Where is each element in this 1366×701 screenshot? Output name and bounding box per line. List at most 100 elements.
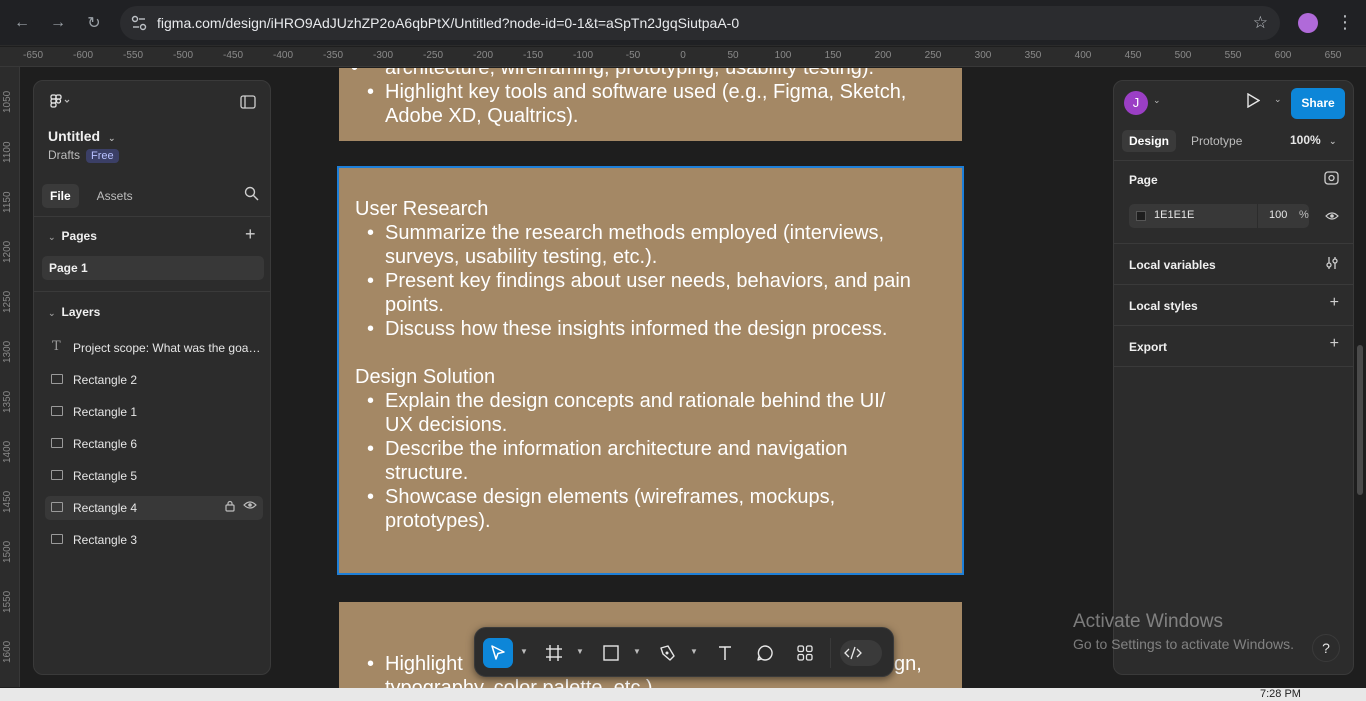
share-button[interactable]: Share (1291, 88, 1345, 119)
ruler-tick-label: 350 (1024, 50, 1042, 61)
code-icon[interactable] (844, 645, 862, 661)
rectangle-tool-icon[interactable] (596, 638, 626, 668)
variables-icon[interactable] (1325, 256, 1339, 275)
pages-header[interactable]: ⌄ Pages (48, 229, 97, 243)
ruler-tick-label: -250 (422, 50, 444, 61)
browser-menu-icon[interactable]: ⋮ (1336, 12, 1354, 33)
ruler-tick-label: 250 (924, 50, 942, 61)
list-item: Showcase design elements (wireframes, mo… (355, 485, 915, 533)
list-item: Explain the design concepts and rational… (355, 389, 915, 437)
zoom-level[interactable]: 100% ⌄ (1290, 133, 1337, 147)
plan-badge[interactable]: Free (86, 149, 119, 163)
list-item: Highlight key tools and software used (e… (355, 80, 962, 128)
ruler-tick-label: -650 (22, 50, 44, 61)
tab-prototype[interactable]: Prototype (1184, 130, 1249, 152)
layer-item[interactable]: Rectangle 4 (45, 496, 263, 520)
ruler-tick-label: -150 (522, 50, 544, 61)
chevron-down-icon[interactable]: ▼ (520, 647, 528, 656)
search-icon[interactable] (244, 186, 259, 205)
file-title[interactable]: Untitled ⌄ (48, 128, 116, 144)
present-play-icon[interactable] (1246, 92, 1261, 112)
layer-item[interactable]: Rectangle 2 (45, 368, 263, 392)
profile-avatar[interactable] (1298, 13, 1318, 33)
bottom-toolbar: ▼ ▼ ▼ ▼ (474, 627, 894, 677)
layers-panel: Untitled ⌄ Drafts Free File Assets ⌄ Pages … (33, 80, 271, 675)
bookmark-star-icon[interactable]: ☆ (1253, 13, 1268, 33)
layer-item[interactable]: T Project scope: What was the goal ... (45, 336, 263, 360)
avatar[interactable]: J (1124, 91, 1148, 115)
dev-mode-toggle[interactable] (840, 640, 882, 666)
rectangle-layer-icon (51, 470, 63, 480)
tab-assets[interactable]: Assets (89, 184, 141, 208)
file-location[interactable]: Drafts Free (48, 148, 119, 163)
ruler-tick-label: 1600 (2, 640, 13, 663)
list-item: Discuss how these insights informed the … (355, 317, 935, 341)
comment-tool-icon[interactable] (750, 638, 780, 668)
ruler-tick-label: 650 (1324, 50, 1342, 61)
ruler-tick-label: 550 (1224, 50, 1242, 61)
divider (1114, 325, 1353, 326)
add-style-icon[interactable]: + (1330, 294, 1339, 312)
url-text[interactable]: figma.com/design/iHRO9AdJUzhZP2oA6qbPtX/… (157, 15, 739, 31)
layer-item[interactable]: Rectangle 3 (45, 528, 263, 552)
reload-icon[interactable]: ↻ (81, 10, 107, 36)
address-bar[interactable]: figma.com/design/iHRO9AdJUzhZP2oA6qbPtX/… (120, 6, 1280, 40)
chevron-down-icon[interactable]: ▼ (690, 647, 698, 656)
tab-design[interactable]: Design (1122, 130, 1177, 152)
ruler-tick-label: -600 (72, 50, 94, 61)
help-button[interactable]: ? (1312, 634, 1340, 662)
toggle-sidebar-icon[interactable] (240, 95, 256, 113)
page-item-page-1[interactable]: Page 1 (42, 256, 264, 280)
user-research-list: Summarize the research methods employed … (355, 221, 935, 341)
forward-icon[interactable]: → (45, 10, 71, 36)
list-item: • Highlight (367, 653, 463, 675)
back-icon[interactable]: ← (9, 10, 35, 36)
vertical-scrollbar[interactable] (1357, 345, 1363, 495)
chevron-down-icon[interactable]: ▼ (633, 647, 641, 656)
text-tool-icon[interactable] (710, 638, 740, 668)
style-settings-icon[interactable] (1324, 171, 1339, 190)
actions-tool-icon[interactable] (790, 638, 820, 668)
add-page-icon[interactable]: + (245, 224, 256, 245)
pen-tool-icon[interactable] (653, 638, 683, 668)
frame-tool-icon[interactable] (539, 638, 569, 668)
chevron-down-icon[interactable]: ⌄ (1329, 136, 1337, 146)
layers-header[interactable]: ⌄ Layers (48, 305, 100, 319)
tab-file[interactable]: File (42, 184, 79, 208)
site-settings-icon[interactable] (130, 14, 148, 32)
fill-opacity-unit: % (1299, 209, 1309, 221)
layer-item[interactable]: Rectangle 5 (45, 464, 263, 488)
fill-opacity-value[interactable]: 100 (1269, 209, 1287, 221)
ruler-tick-label: 150 (824, 50, 842, 61)
text-layer-icon: T (52, 339, 61, 354)
divider (34, 291, 270, 292)
chevron-down-icon[interactable]: ▼ (576, 647, 584, 656)
fill-hex-value[interactable]: 1E1E1E (1154, 209, 1194, 221)
move-tool-icon[interactable] (483, 638, 513, 668)
color-swatch[interactable] (1136, 211, 1146, 221)
chevron-down-icon[interactable]: ⌄ (1274, 94, 1282, 105)
chevron-down-icon[interactable]: ⌄ (1153, 95, 1161, 106)
clock[interactable]: 7:28 PM (1260, 688, 1301, 700)
local-styles-label[interactable]: Local styles (1129, 299, 1198, 313)
page-fill-row[interactable]: 1E1E1E 100 % (1129, 204, 1309, 228)
local-variables-label[interactable]: Local variables (1129, 258, 1216, 272)
layer-item[interactable]: Rectangle 6 (45, 432, 263, 456)
frame-user-research[interactable]: User Research Summarize the research met… (337, 166, 964, 575)
ruler-tick-label: -400 (272, 50, 294, 61)
ruler-tick-label: 100 (774, 50, 792, 61)
add-export-icon[interactable]: + (1330, 335, 1339, 353)
frame-top[interactable]: architecture, wireframing, prototyping, … (339, 68, 962, 141)
divider (1114, 366, 1353, 367)
divider (830, 638, 831, 668)
chevron-down-icon[interactable]: ⌄ (108, 133, 116, 143)
eye-icon[interactable] (243, 499, 257, 513)
chevron-down-icon: ⌄ (48, 308, 56, 318)
lock-icon[interactable] (225, 500, 235, 515)
layer-item[interactable]: Rectangle 1 (45, 400, 263, 424)
export-label[interactable]: Export (1129, 340, 1167, 354)
ruler-tick-label: 600 (1274, 50, 1292, 61)
figma-menu-icon[interactable] (50, 94, 72, 114)
divider (1257, 204, 1258, 228)
eye-icon[interactable] (1325, 208, 1339, 226)
